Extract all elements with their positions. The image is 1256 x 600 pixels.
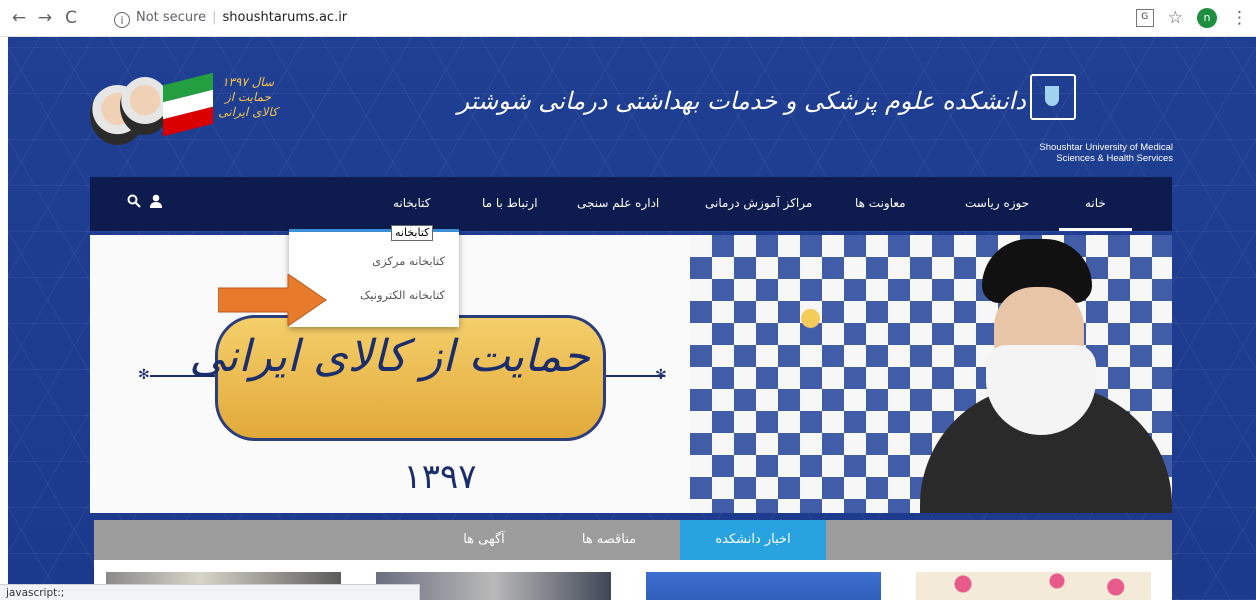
forward-arrow-icon[interactable]: → [34,7,56,29]
bookmark-star-icon[interactable]: ☆ [1168,8,1183,28]
menu-item-electronic-library[interactable]: کتابخانه الکترونیک [360,288,445,302]
tab-university-news[interactable]: اخبار دانشکده [680,520,826,567]
main-nav: خانه حوزه ریاست معاونت ها مراکز آموزش در… [90,177,1172,231]
nav-scientometrics[interactable]: اداره علم سنجی [577,177,659,231]
translate-icon[interactable]: G [1135,9,1154,27]
nav-deputies[interactable]: معاونت ها [855,177,906,231]
browser-toolbar: ← → C i Not secure | shoushtarums.ac.ir G ☆… [0,0,1256,37]
tab-tenders[interactable]: مناقصه ها [564,520,654,560]
banner-slogan: حمایت از کالای ایرانی [189,331,590,382]
university-logo[interactable] [1030,74,1076,120]
nav-contact[interactable]: ارتباط با ما [482,177,538,231]
address-bar[interactable]: i Not secure | shoushtarums.ac.ir [100,5,1190,31]
nav-home[interactable]: خانه [1059,177,1132,231]
leader-portrait [920,235,1172,513]
tab-announcements[interactable]: آگهی ها [439,520,529,560]
profile-avatar[interactable]: n [1197,8,1217,28]
news-tabs: اخبار دانشکده مناقصه ها آگهی ها [94,520,1172,567]
arrow-annotation-icon [218,274,327,326]
ornament-icon: ✻ [138,367,150,383]
iran-flag-icon [163,72,213,137]
ornament-icon: ✻ [655,367,667,383]
university-name-en: Shoushtar University of Medical Sciences… [1039,142,1173,164]
menu-item-central-library[interactable]: کتابخانه مرکزی [372,254,445,268]
separator: | [212,10,217,25]
security-label: Not secure [136,10,207,25]
nav-medical-centers[interactable]: مراکز آموزش درمانی [705,177,812,231]
search-icon[interactable] [127,194,141,212]
status-bar: javascript:; [0,584,420,600]
tooltip: کتابخانه [391,225,434,241]
university-name-fa: دانشکده علوم پزشکی و خدمات بهداشتی درمان… [457,87,1026,115]
news-thumbnail[interactable] [646,572,881,600]
nav-library[interactable]: کتابخانه [393,177,431,231]
flask-icon [1045,86,1059,106]
nav-presidency[interactable]: حوزه ریاست [965,177,1029,231]
info-icon[interactable]: i [114,12,130,28]
news-thumbnail[interactable] [916,572,1151,600]
banner-year: ۱۳۹۷ [403,457,477,497]
header-slogan: سال ۱۳۹۷ حمایت از کالای ایرانی [218,75,278,119]
menu-icon[interactable]: ⋮ [1231,8,1248,28]
user-icon[interactable] [150,194,162,212]
url-text: shoushtarums.ac.ir [222,10,348,25]
reload-icon[interactable]: C [60,7,82,29]
website: سال ۱۳۹۷ حمایت از کالای ایرانی دانشکده ع… [8,37,1256,600]
back-arrow-icon[interactable]: ← [8,7,30,29]
